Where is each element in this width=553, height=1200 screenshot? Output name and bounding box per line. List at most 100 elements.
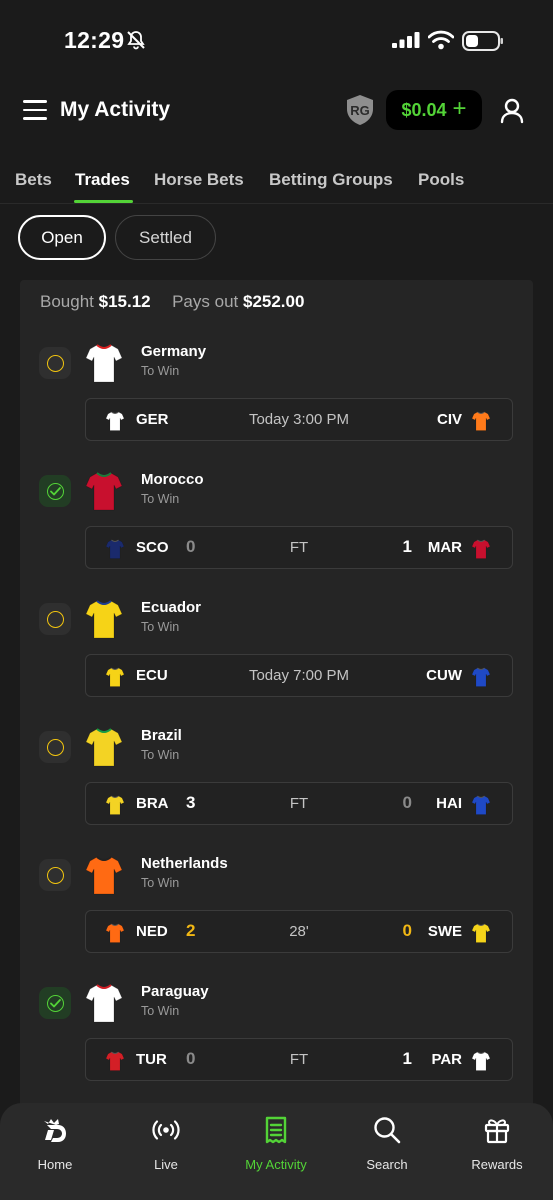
- match-card[interactable]: NED 2 28' 0 SWE: [85, 910, 513, 953]
- away-jersey-icon: [471, 411, 491, 431]
- open-status-icon: [39, 731, 71, 763]
- away-team-code: PAR: [431, 1051, 462, 1068]
- tab-horse-bets[interactable]: Horse Bets: [154, 170, 244, 190]
- dk-crown-icon: [44, 1119, 66, 1142]
- away-score: 0: [402, 921, 412, 940]
- away-jersey-icon: [471, 795, 491, 815]
- tab-pools[interactable]: Pools: [418, 170, 464, 190]
- nav-live-label: Live: [154, 1157, 178, 1172]
- status-ring: [46, 354, 64, 372]
- match-card[interactable]: ECU Today 7:00 PM CUW: [85, 654, 513, 697]
- nav-search-label: Search: [366, 1157, 408, 1172]
- status-bar: 12:29: [0, 0, 553, 80]
- away-team-code: CUW: [426, 667, 462, 684]
- nav-my-activity[interactable]: My Activity: [221, 1115, 331, 1172]
- tab-bets[interactable]: Bets: [15, 170, 52, 190]
- balance-button[interactable]: $0.04 +: [386, 90, 482, 130]
- deposit-plus-icon: +: [452, 95, 467, 122]
- page-title: My Activity: [60, 98, 171, 121]
- active-tab-indicator: [74, 200, 133, 203]
- nav-home[interactable]: Home: [0, 1115, 110, 1172]
- team-jersey-icon: [85, 983, 123, 1023]
- payout-label: Pays out: [172, 292, 239, 311]
- jersey-icon: [85, 728, 123, 767]
- pick-market-label: To Win: [141, 492, 180, 506]
- trade-card[interactable]: Bought $15.12 Pays out $252.00 Germany To…: [20, 280, 533, 1120]
- jersey-icon: [471, 667, 491, 687]
- won-status-icon: [39, 475, 71, 507]
- activity-tabs: Bets Trades Horse Bets Betting Groups Po…: [0, 166, 553, 204]
- nav-search[interactable]: Search: [332, 1115, 442, 1172]
- jersey-icon: [85, 344, 123, 383]
- away-jersey-icon: [471, 667, 491, 687]
- tab-betting-groups[interactable]: Betting Groups: [269, 170, 393, 190]
- status-ring: [46, 610, 64, 628]
- status-time: 12:29: [64, 27, 125, 53]
- pick-row[interactable]: Brazil To Win BRA 3 FT 0 HAI: [20, 724, 533, 852]
- status-ring: [46, 738, 64, 756]
- balance-amount: $0.04: [401, 99, 447, 120]
- filter-open-button[interactable]: Open: [18, 215, 106, 260]
- tab-trades[interactable]: Trades: [75, 170, 130, 190]
- away-jersey-icon: [471, 539, 491, 559]
- jersey-icon: [471, 795, 491, 815]
- bought-value: $15.12: [98, 292, 151, 311]
- pick-row[interactable]: Morocco To Win SCO 0 FT 1 MAR: [20, 468, 533, 596]
- away-jersey-icon: [471, 1051, 491, 1071]
- nav-rewards[interactable]: Rewards: [442, 1115, 552, 1172]
- status-ring: [46, 482, 64, 500]
- pick-row[interactable]: Paraguay To Win TUR 0 FT 1 PAR: [20, 980, 533, 1108]
- jersey-icon: [85, 856, 123, 895]
- pick-row[interactable]: Ecuador To Win ECU Today 7:00 PM CUW: [20, 596, 533, 724]
- hamburger-menu-icon[interactable]: [23, 100, 47, 120]
- match-card[interactable]: BRA 3 FT 0 HAI: [85, 782, 513, 825]
- team-jersey-icon: [85, 727, 123, 767]
- nav-live[interactable]: Live: [111, 1115, 221, 1172]
- jersey-icon: [471, 411, 491, 431]
- cellular-signal-icon: [392, 32, 420, 48]
- svg-text:RG: RG: [350, 103, 370, 118]
- bottom-navigation: Home Live My Activity Search Rewards: [0, 1103, 553, 1200]
- app-header: My Activity RG $0.04 +: [0, 84, 553, 140]
- pick-team-name: Paraguay: [141, 983, 209, 1000]
- away-score: 1: [402, 1049, 412, 1068]
- pick-row[interactable]: Germany To Win GER Today 3:00 PM CIV: [20, 340, 533, 468]
- bought-label: Bought: [40, 292, 94, 311]
- away-team-code: SWE: [427, 923, 462, 940]
- pick-market-label: To Win: [141, 620, 180, 634]
- open-status-icon: [39, 347, 71, 379]
- gift-icon: [484, 1119, 510, 1144]
- away-team-code: HAI: [436, 795, 462, 812]
- team-jersey-icon: [85, 471, 123, 511]
- nav-rewards-label: Rewards: [471, 1157, 523, 1172]
- pick-team-name: Netherlands: [141, 855, 228, 872]
- won-status-icon: [39, 987, 71, 1019]
- bell-muted-icon: [127, 31, 145, 50]
- nav-home-label: Home: [37, 1157, 73, 1172]
- trade-summary: Bought $15.12 Pays out $252.00: [40, 292, 304, 312]
- away-score: 1: [402, 537, 412, 556]
- team-jersey-icon: [85, 855, 123, 895]
- jersey-icon: [85, 984, 123, 1023]
- open-status-icon: [39, 859, 71, 891]
- jersey-icon: [471, 539, 491, 559]
- away-score: 0: [402, 793, 412, 812]
- responsible-gaming-badge-icon[interactable]: RG: [344, 94, 376, 126]
- jersey-icon: [85, 472, 123, 511]
- receipt-icon: [265, 1116, 287, 1144]
- search-icon: [374, 1117, 401, 1144]
- nav-my-activity-label: My Activity: [245, 1157, 307, 1172]
- pick-market-label: To Win: [141, 748, 180, 762]
- away-jersey-icon: [471, 923, 491, 943]
- user-profile-icon[interactable]: [500, 98, 524, 124]
- away-team-code: CIV: [436, 411, 462, 428]
- filter-settled-button[interactable]: Settled: [115, 215, 216, 260]
- pick-market-label: To Win: [141, 876, 180, 890]
- match-card[interactable]: SCO 0 FT 1 MAR: [85, 526, 513, 569]
- match-card[interactable]: TUR 0 FT 1 PAR: [85, 1038, 513, 1081]
- jersey-icon: [85, 600, 123, 639]
- wifi-icon: [428, 30, 454, 50]
- pick-row[interactable]: Netherlands To Win NED 2 28' 0 SWE: [20, 852, 533, 980]
- status-ring: [46, 866, 64, 884]
- match-card[interactable]: GER Today 3:00 PM CIV: [85, 398, 513, 441]
